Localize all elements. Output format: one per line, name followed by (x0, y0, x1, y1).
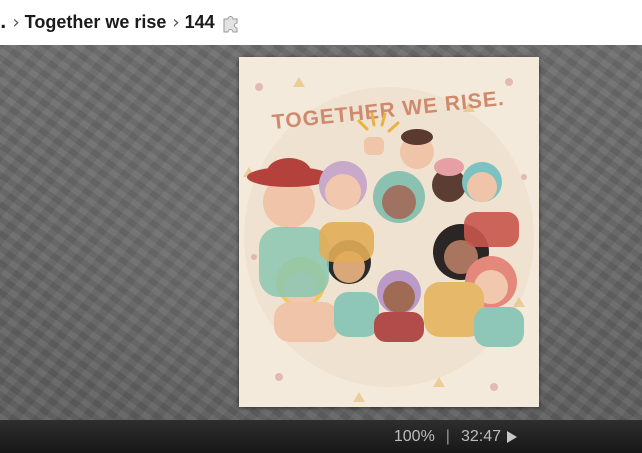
breadcrumb-collection[interactable]: Together we rise (25, 12, 167, 33)
puzzle-preview-image[interactable]: TOGETHER WE RISE. (239, 57, 539, 407)
status-bar: 100% | 32:47 (0, 420, 642, 453)
status-divider: | (445, 427, 450, 445)
breadcrumb-ellipsis[interactable]: . (0, 13, 6, 33)
together-we-rise-illustration: TOGETHER WE RISE. (239, 57, 539, 407)
chevron-right-icon: › (12, 12, 20, 33)
chevron-right-icon: › (172, 12, 180, 33)
timer: 32:47 (460, 427, 501, 445)
breadcrumb-bar: . › Together we rise › 144 (0, 0, 642, 45)
puzzle-piece-icon (221, 12, 243, 34)
zoom-level[interactable]: 100% (394, 428, 435, 446)
breadcrumb-piece-count: 144 (184, 12, 215, 32)
play-icon[interactable] (507, 430, 517, 443)
